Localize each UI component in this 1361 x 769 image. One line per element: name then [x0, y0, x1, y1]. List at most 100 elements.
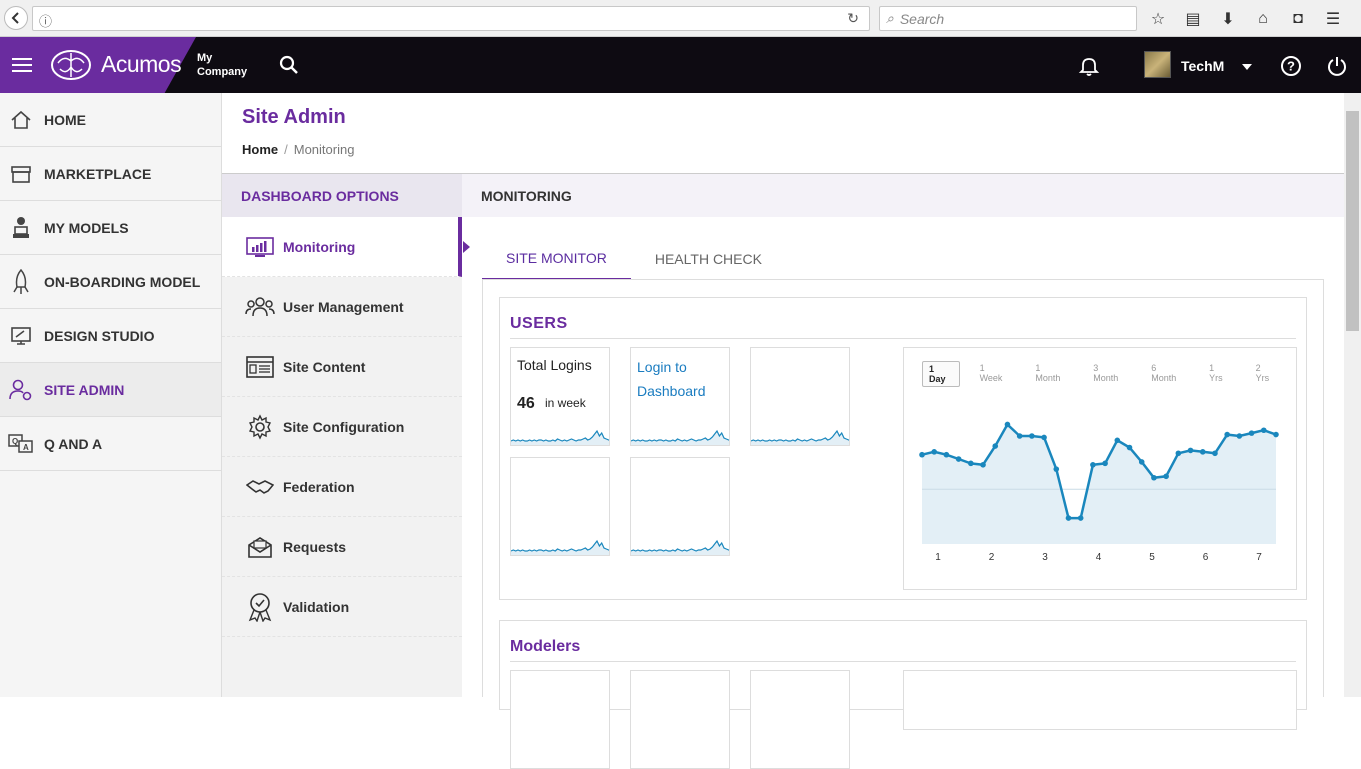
app-header: Acumos My Company TechM ?	[0, 37, 1361, 93]
info-icon[interactable]: ⓘ	[39, 11, 52, 30]
sidebar-item-marketplace[interactable]: MARKETPLACE	[0, 147, 221, 201]
back-button[interactable]	[4, 6, 28, 30]
divider	[510, 338, 1296, 339]
star-icon[interactable]: ☆	[1147, 8, 1169, 30]
header-search-icon[interactable]	[279, 55, 299, 80]
x-tick-label: 1	[935, 552, 941, 563]
home-icon	[8, 107, 34, 133]
chart-point	[1090, 462, 1096, 468]
chart-point	[955, 456, 962, 462]
tab-health-check[interactable]: HEALTH CHECK	[631, 238, 786, 280]
x-tick-label: 2	[989, 552, 995, 563]
option-requests[interactable]: Requests	[222, 517, 462, 577]
browser-toolbar: ⓘ ↻ ⌕ Search ☆ ▤ ⬇ ⌂ ◘ ☰	[0, 0, 1361, 37]
metric-tile-4[interactable]	[510, 457, 610, 556]
x-tick-label: 6	[1203, 552, 1209, 563]
breadcrumb-separator: /	[284, 142, 288, 157]
reload-icon[interactable]: ↻	[847, 10, 859, 27]
chart-point	[1114, 437, 1121, 444]
chart-point	[1138, 459, 1145, 465]
chart-point	[968, 460, 974, 467]
tab-site-monitor[interactable]: SITE MONITOR	[482, 238, 631, 280]
sidebar-item-design-studio[interactable]: DESIGN STUDIO	[0, 309, 221, 363]
total-logins-unit: in week	[545, 396, 586, 410]
model-user-icon	[8, 215, 34, 241]
modeler-tile-1[interactable]	[510, 670, 610, 769]
sidebar-item-label: Q AND A	[44, 435, 103, 452]
company-line1: My	[197, 52, 213, 64]
option-monitoring[interactable]: Monitoring	[222, 217, 470, 277]
modeler-tile-3[interactable]	[750, 670, 850, 769]
page-scrollbar[interactable]	[1344, 93, 1361, 697]
breadcrumb: Home / Monitoring	[242, 142, 354, 157]
login-dashboard-link-line1: Login to	[637, 359, 687, 375]
reading-list-icon[interactable]: ▤	[1182, 8, 1204, 30]
option-label: User Management	[283, 298, 404, 315]
chart-point	[1029, 433, 1035, 439]
users-card: USERS Total Logins 46 in week Login to D…	[499, 297, 1307, 600]
pocket-icon[interactable]: ◘	[1287, 8, 1309, 30]
user-name[interactable]: TechM	[1181, 58, 1224, 74]
chart-point	[931, 449, 938, 455]
sidebar-item-site-admin[interactable]: SITE ADMIN	[0, 363, 221, 417]
sparkline	[631, 539, 729, 555]
modelers-card-title: Modelers	[510, 638, 581, 655]
scrollbar-thumb[interactable]	[1346, 111, 1359, 331]
admin-user-gear-icon	[8, 377, 34, 403]
chart-point	[1224, 431, 1230, 438]
login-dashboard-tile[interactable]: Login to Dashboard	[630, 347, 730, 446]
metric-tile-3[interactable]	[750, 347, 850, 446]
sparkline	[511, 539, 609, 555]
login-dashboard-link[interactable]: Login to Dashboard	[637, 355, 706, 403]
avatar[interactable]	[1144, 51, 1171, 78]
chart-point	[919, 451, 925, 458]
chart-point	[1077, 515, 1084, 521]
hamburger-menu-icon[interactable]	[12, 57, 32, 78]
chart-point	[1151, 474, 1157, 481]
metric-tile-5[interactable]	[630, 457, 730, 556]
modeler-tile-2[interactable]	[630, 670, 730, 769]
option-validation[interactable]: Validation	[222, 577, 462, 637]
sidebar: HOME MARKETPLACE MY MODELS ON-BOARDING M…	[0, 93, 222, 697]
url-bar[interactable]: ⓘ ↻	[32, 6, 870, 31]
option-user-management[interactable]: User Management	[222, 277, 462, 337]
sparkline	[511, 429, 609, 445]
envelope-open-icon	[245, 534, 275, 560]
bell-icon[interactable]	[1078, 55, 1100, 82]
sidebar-item-home[interactable]: HOME	[0, 93, 221, 147]
monitoring-tabs: SITE MONITOR HEALTH CHECK	[482, 238, 786, 280]
download-icon[interactable]: ⬇	[1217, 8, 1239, 30]
help-icon[interactable]: ?	[1280, 55, 1302, 82]
x-tick-label: 5	[1149, 552, 1155, 563]
chart-point	[1016, 433, 1023, 439]
home-icon[interactable]: ⌂	[1252, 8, 1274, 30]
total-logins-tile[interactable]: Total Logins 46 in week	[510, 347, 610, 446]
option-label: Monitoring	[283, 238, 356, 255]
option-federation[interactable]: Federation	[222, 457, 462, 517]
svg-text:?: ?	[1287, 59, 1295, 74]
option-site-content[interactable]: Site Content	[222, 337, 462, 397]
sidebar-item-q-and-a[interactable]: QA Q AND A	[0, 417, 221, 471]
q-and-a-icon: QA	[8, 431, 34, 457]
option-site-configuration[interactable]: Site Configuration	[222, 397, 462, 457]
chart-point	[1053, 466, 1060, 472]
option-label: Site Content	[283, 358, 366, 375]
users-group-icon	[245, 294, 275, 320]
chart-point	[1273, 431, 1279, 438]
chart-point	[1041, 434, 1047, 441]
sidebar-item-my-models[interactable]: MY MODELS	[0, 201, 221, 255]
store-icon	[8, 161, 34, 187]
monitoring-icon	[245, 234, 275, 260]
browser-search-placeholder: Search	[899, 10, 945, 27]
sidebar-item-on-boarding-model[interactable]: ON-BOARDING MODEL	[0, 255, 221, 309]
browser-search-box[interactable]: ⌕ Search	[879, 6, 1137, 31]
brand-name[interactable]: Acumos	[101, 51, 182, 78]
chart-point	[1248, 430, 1255, 436]
browser-menu-icon[interactable]: ☰	[1322, 8, 1344, 30]
dashboard-options-list: Monitoring User Management Site Content …	[222, 217, 470, 697]
chart-point	[1199, 449, 1206, 455]
handshake-icon	[245, 474, 275, 500]
power-icon[interactable]	[1326, 55, 1348, 82]
chevron-down-icon[interactable]	[1242, 64, 1252, 70]
breadcrumb-home[interactable]: Home	[242, 142, 278, 157]
